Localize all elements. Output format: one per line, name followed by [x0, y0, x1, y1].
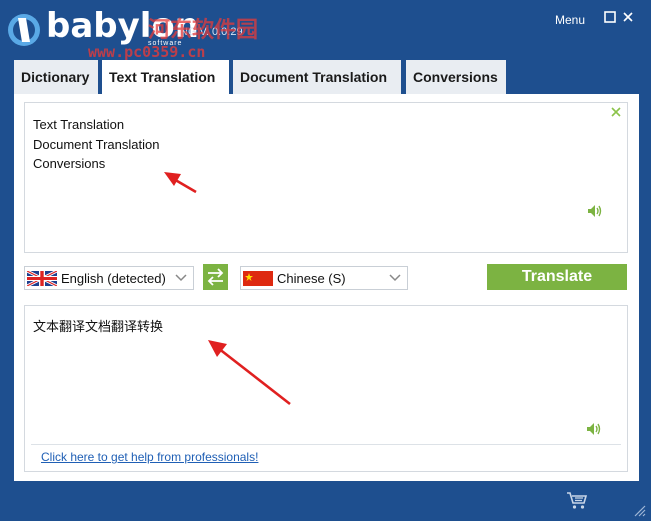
uk-flag-icon [27, 271, 57, 286]
translated-text: 文本翻译文档翻译转换 [33, 320, 164, 335]
swap-languages-button[interactable] [203, 264, 228, 290]
main-panel: Text Translation Document Translation Co… [14, 94, 639, 481]
babylon-logo-icon [8, 14, 40, 46]
tab-dictionary[interactable]: Dictionary [14, 60, 98, 94]
translation-output[interactable]: 文本翻译文档翻译转换 Click here to get help from p… [24, 305, 628, 472]
source-text: Text Translation Document Translation Co… [33, 115, 159, 174]
tab-conversions[interactable]: Conversions [406, 60, 506, 94]
source-text-input[interactable]: Text Translation Document Translation Co… [24, 102, 628, 253]
close-window-button[interactable] [621, 11, 635, 25]
swap-icon [207, 268, 224, 286]
watermark-url: www.pc0359.cn [88, 43, 206, 61]
tab-document-translation[interactable]: Document Translation [233, 60, 401, 94]
speaker-icon[interactable] [587, 204, 603, 218]
minimize-icon [604, 11, 616, 23]
watermark-text: 河东软件园 [148, 18, 259, 43]
minimize-button[interactable] [603, 11, 617, 25]
resize-grip-icon[interactable] [632, 503, 646, 517]
chevron-down-icon [389, 274, 401, 282]
menu-button[interactable]: Menu [555, 13, 585, 27]
china-flag-icon [243, 271, 273, 286]
source-line: Text Translation [33, 117, 125, 132]
chevron-down-icon [175, 274, 187, 282]
divider [31, 444, 621, 445]
translate-button[interactable]: Translate [487, 264, 627, 290]
source-line: Conversions [33, 156, 106, 171]
tab-text-translation[interactable]: Text Translation [102, 60, 229, 94]
clear-button[interactable] [611, 105, 621, 120]
target-language-label: Chinese (S) [277, 271, 346, 286]
clear-icon [611, 107, 621, 117]
source-language-select[interactable]: English (detected) [24, 266, 194, 290]
source-line: Document Translation [33, 136, 160, 152]
source-language-label: English (detected) [61, 271, 166, 286]
help-professionals-link[interactable]: Click here to get help from professional… [41, 450, 258, 464]
target-language-select[interactable]: Chinese (S) [240, 266, 408, 290]
cart-icon[interactable] [566, 490, 588, 510]
speaker-icon[interactable] [586, 422, 602, 436]
title-bar: babylon software NG V. 0.0.29 河东软件园 www.… [0, 0, 651, 61]
close-icon [623, 12, 633, 22]
language-bar: English (detected) Chinese (S) Translate [24, 264, 628, 290]
